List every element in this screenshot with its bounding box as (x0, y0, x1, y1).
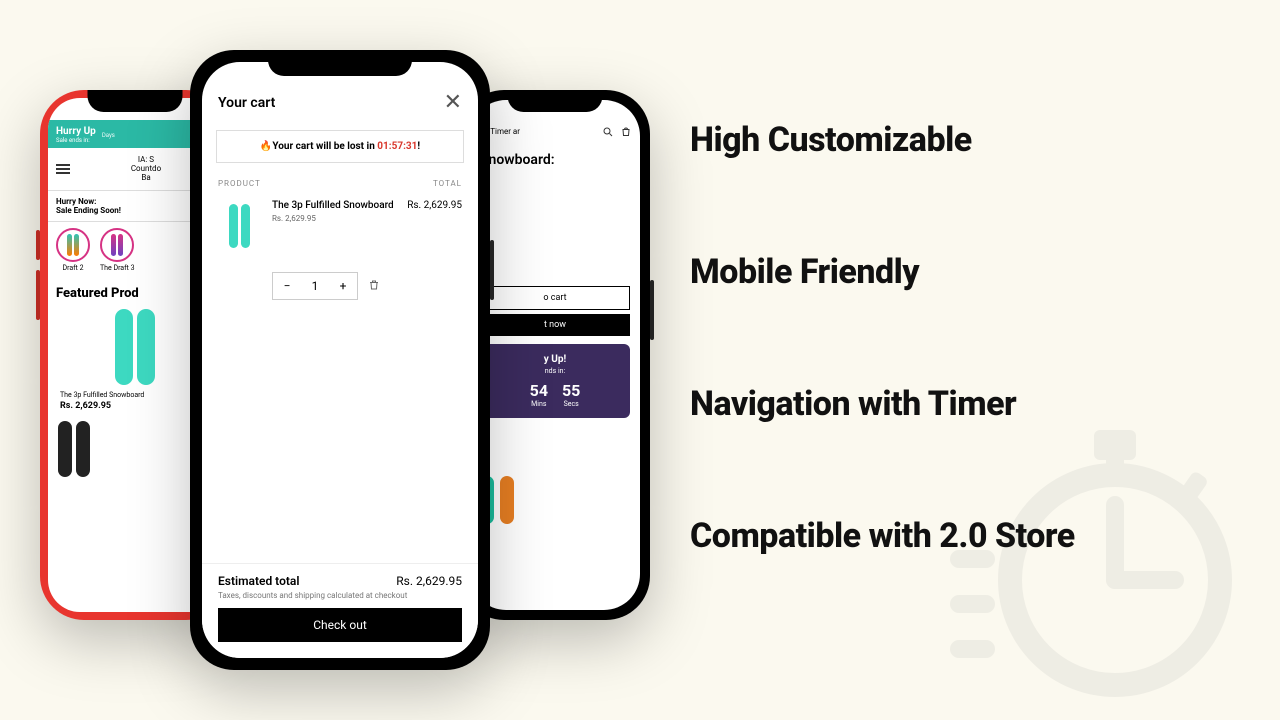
col-product: PRODUCT (218, 179, 261, 188)
product-price: Rs. 2,629.95 (60, 401, 210, 411)
draft-item[interactable]: The Draft 3 (100, 228, 135, 272)
qty-decrement-button[interactable]: − (273, 273, 301, 299)
snowboard-image (76, 421, 90, 477)
phone-notch (508, 90, 603, 112)
feature-item: Compatible with 2.0 Store (690, 516, 1075, 556)
phone-side-button (490, 240, 494, 300)
add-to-cart-button[interactable]: o cart (480, 286, 630, 310)
feature-item: High Customizable (690, 120, 1075, 160)
draft-item[interactable]: Draft 2 (56, 228, 90, 272)
buy-now-button[interactable]: t now (480, 314, 630, 336)
qty-value: 1 (301, 273, 329, 299)
countdown-widget: y Up! nds in: 54 Mins 55 Secs (480, 344, 630, 418)
cart-item-name: The 3p Fulfilled Snowboard (272, 200, 395, 212)
phone-side-button (36, 230, 40, 260)
banner-title: Hurry Up (56, 126, 96, 137)
close-icon[interactable]: ✕ (444, 92, 462, 114)
cart-warning: 🔥Your cart will be lost in 01:57:31! (216, 130, 464, 163)
phone-side-button (650, 280, 654, 340)
col-total: TOTAL (433, 179, 462, 188)
countdown-title: y Up! (490, 354, 620, 365)
phone-notch (88, 90, 183, 112)
feature-item: Mobile Friendly (690, 252, 1075, 292)
cart-item-unit-price: Rs. 2,629.95 (272, 214, 395, 223)
trash-icon[interactable] (368, 279, 380, 294)
phone-notch (268, 50, 412, 76)
countdown-subtitle: nds in: (490, 367, 620, 375)
banner-subtitle: Sale ends in: (56, 137, 96, 144)
countdown-mins-label: Mins (530, 400, 548, 408)
countdown-mins: 54 (530, 381, 548, 400)
phone-mock-center: Your cart ✕ 🔥Your cart will be lost in 0… (190, 50, 490, 670)
tax-note: Taxes, discounts and shipping calculated… (218, 591, 462, 600)
snowboard-image (137, 309, 155, 385)
countdown-secs: 55 (562, 381, 580, 400)
warning-time: 01:57:31 (377, 141, 417, 152)
cart-line-item: The 3p Fulfilled Snowboard Rs. 2,629.95 … (202, 192, 478, 260)
feature-item: Navigation with Timer (690, 384, 1075, 424)
snowboard-image (500, 476, 514, 524)
search-icon[interactable] (602, 126, 614, 138)
product-title: Snowboard: (470, 144, 640, 172)
estimated-total-label: Estimated total (218, 574, 299, 588)
banner-days-label: Days (102, 132, 115, 139)
cart-item-total: Rs. 2,629.95 (407, 200, 462, 211)
app-title: wn Timer ar (478, 128, 596, 137)
quantity-stepper[interactable]: − 1 + (272, 272, 358, 300)
qty-increment-button[interactable]: + (329, 273, 357, 299)
warning-prefix: 🔥Your cart will be lost in (260, 141, 377, 152)
product-thumbnail (218, 200, 260, 252)
phone-side-button (36, 270, 40, 320)
feature-list: High Customizable Mobile Friendly Naviga… (690, 120, 1075, 556)
cart-footer: Estimated total Rs. 2,629.95 Taxes, disc… (202, 563, 478, 658)
product-name: The 3p Fulfilled Snowboard (60, 391, 210, 399)
snowboard-image (58, 421, 72, 477)
hamburger-icon[interactable] (56, 164, 70, 174)
cart-title: Your cart (218, 95, 275, 111)
snowboard-image (115, 309, 133, 385)
estimated-total-value: Rs. 2,629.95 (396, 574, 462, 588)
countdown-secs-label: Secs (562, 400, 580, 408)
warning-suffix: ! (417, 141, 420, 152)
cart-icon[interactable] (620, 126, 632, 138)
checkout-button[interactable]: Check out (218, 608, 462, 642)
